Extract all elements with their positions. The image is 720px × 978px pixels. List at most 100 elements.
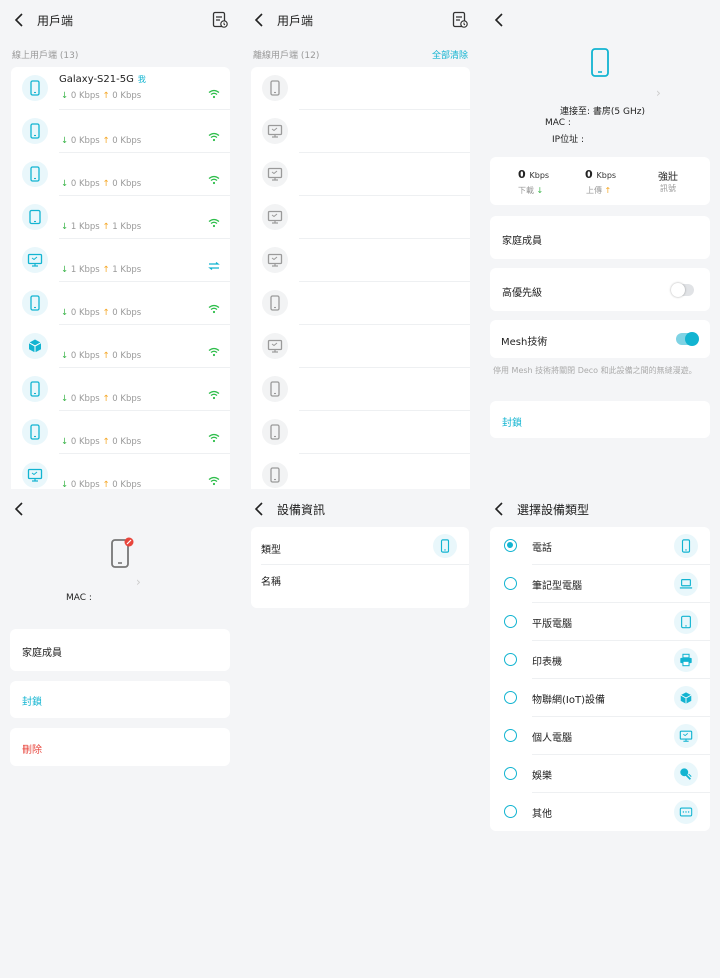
device-type-label: 筆記型電腦 [532,581,582,592]
offline-client-detail-screen: › MAC : 家庭成員 封鎖 刪除 [0,489,240,978]
clear-all-button[interactable]: 全部清除 [432,48,468,61]
client-row[interactable]: ↓ 0 Kbps ↑ 0 Kbps [11,110,230,153]
client-row[interactable]: ↓ 1 Kbps ↑ 1 Kbps [11,239,230,282]
up-arrow-icon: ↑ [102,222,110,232]
offline-client-row[interactable] [251,67,470,110]
priority-toggle[interactable] [671,283,694,297]
up-arrow-icon: ↑ [604,186,612,195]
offline-client-row[interactable] [251,282,470,325]
mac-label: MAC : [66,593,92,603]
radio-button[interactable] [504,691,517,704]
client-row[interactable]: ↓ 0 Kbps ↑ 0 Kbps [11,368,230,411]
radio-button[interactable] [504,653,517,666]
back-arrow-icon[interactable] [492,501,508,517]
back-arrow-icon[interactable] [492,12,508,28]
up-arrow-icon: ↑ [102,179,110,189]
offline-client-row[interactable] [251,153,470,196]
device-type-label: 平版電腦 [532,619,572,630]
priority-label: 高優先級 [502,288,542,299]
offline-client-row[interactable] [251,239,470,282]
priority-row: 高優先級 [490,268,710,311]
mesh-label: Mesh技術 [501,337,548,348]
radio-button[interactable] [504,615,517,628]
family-member-row[interactable]: 家庭成員 [10,629,230,671]
client-row[interactable]: ↓ 1 Kbps ↑ 1 Kbps [11,196,230,239]
device-type-option[interactable]: 個人電腦 [490,717,710,755]
down-arrow-icon: ↓ [61,437,69,447]
client-speed: ↓ 0 Kbps ↑ 0 Kbps [61,308,142,318]
block-row[interactable]: 封鎖 [490,401,710,438]
delete-row[interactable]: 刪除 [10,728,230,766]
page-title: 設備資訊 [277,503,326,517]
device-type-option[interactable]: 娛樂 [490,755,710,793]
name-row[interactable]: 名稱 [251,565,469,605]
client-row[interactable]: ↓ 0 Kbps ↑ 0 Kbps [11,282,230,325]
client-row[interactable]: ↓ 0 Kbps ↑ 0 Kbps [11,454,230,489]
device-type-option[interactable]: 平版電腦 [490,603,710,641]
offline-client-row[interactable] [251,110,470,153]
radio-button[interactable] [504,539,517,552]
top-bar: 用戶端 [0,0,240,40]
down-arrow-icon: ↓ [61,308,69,318]
online-clients-label: 線上用戶端 (13) [12,51,79,61]
client-row[interactable]: Galaxy-S21-5G 我 ↓ 0 Kbps ↑ 0 Kbps [11,67,230,110]
client-history-icon[interactable] [212,11,228,29]
offline-client-row[interactable] [251,368,470,411]
select-device-type-screen: 選擇設備類型 電話 筆記型電腦 平版電腦 印表機 物聯網(IoT)設備 個人電腦 娛樂 其他 [480,489,720,978]
offline-client-row[interactable] [251,325,470,368]
up-arrow-icon: ↑ [102,351,110,361]
client-speed: ↓ 0 Kbps ↑ 0 Kbps [61,179,142,189]
family-member-row[interactable]: 家庭成員 [490,216,710,259]
phone-icon [22,75,48,101]
up-arrow-icon: ↑ [102,136,110,146]
wifi-icon [208,127,220,142]
client-row[interactable]: ↓ 0 Kbps ↑ 0 Kbps [11,411,230,454]
back-arrow-icon[interactable] [12,12,28,28]
chevron-right-icon[interactable]: › [656,86,661,100]
mesh-toggle[interactable] [676,332,699,346]
client-row[interactable]: ↓ 0 Kbps ↑ 0 Kbps [11,325,230,368]
top-bar: 用戶端 [240,0,480,40]
mesh-note: 停用 Mesh 技術將關閉 Deco 和此設備之間的無縫漫遊。 [493,366,697,375]
phone-icon [433,534,457,558]
device-type-list: 電話筆記型電腦平版電腦印表機 物聯網(IoT)設備 個人電腦 娛樂 其他 [490,527,710,831]
up-arrow-icon: ↑ [102,394,110,404]
printer-icon [674,648,698,672]
client-speed: ↓ 0 Kbps ↑ 0 Kbps [61,351,142,361]
delete-label: 刪除 [22,745,42,756]
radio-button[interactable] [504,767,517,780]
down-arrow-icon: ↓ [61,351,69,361]
type-row[interactable]: 類型 [251,527,469,565]
phone-icon [262,462,288,488]
radio-button[interactable] [504,805,517,818]
radio-button[interactable] [504,577,517,590]
offline-client-row[interactable] [251,454,470,489]
back-arrow-icon[interactable] [252,501,268,517]
device-type-option[interactable]: 電話 [490,527,710,565]
down-arrow-icon: ↓ [61,394,69,404]
connected-to-text: 連接至: 書房(5 GHz) [560,107,645,117]
name-label: 名稱 [261,577,281,588]
back-arrow-icon[interactable] [252,12,268,28]
offline-client-row[interactable] [251,196,470,239]
offline-phone-icon [108,537,136,573]
block-row[interactable]: 封鎖 [10,681,230,718]
client-history-icon[interactable] [452,11,468,29]
device-type-option[interactable]: 印表機 [490,641,710,679]
device-info-screen: 設備資訊 類型 名稱 [240,489,480,978]
down-arrow-icon: ↓ [536,186,544,195]
monitor-icon [262,204,288,230]
client-row[interactable]: ↓ 0 Kbps ↑ 0 Kbps [11,153,230,196]
phone-icon [22,161,48,187]
device-type-option[interactable]: 筆記型電腦 [490,565,710,603]
back-arrow-icon[interactable] [12,501,28,517]
radio-button[interactable] [504,729,517,742]
device-type-option[interactable]: 其他 [490,793,710,831]
chevron-right-icon[interactable]: › [136,575,141,589]
online-clients-list: Galaxy-S21-5G 我 ↓ 0 Kbps ↑ 0 Kbps ↓ 0 Kbps … [11,67,230,489]
device-type-option[interactable]: 物聯網(IoT)設備 [490,679,710,717]
client-speed: ↓ 0 Kbps ↑ 0 Kbps [61,91,142,101]
offline-client-row[interactable] [251,411,470,454]
other-device-icon [674,800,698,824]
laptop-icon [674,572,698,596]
